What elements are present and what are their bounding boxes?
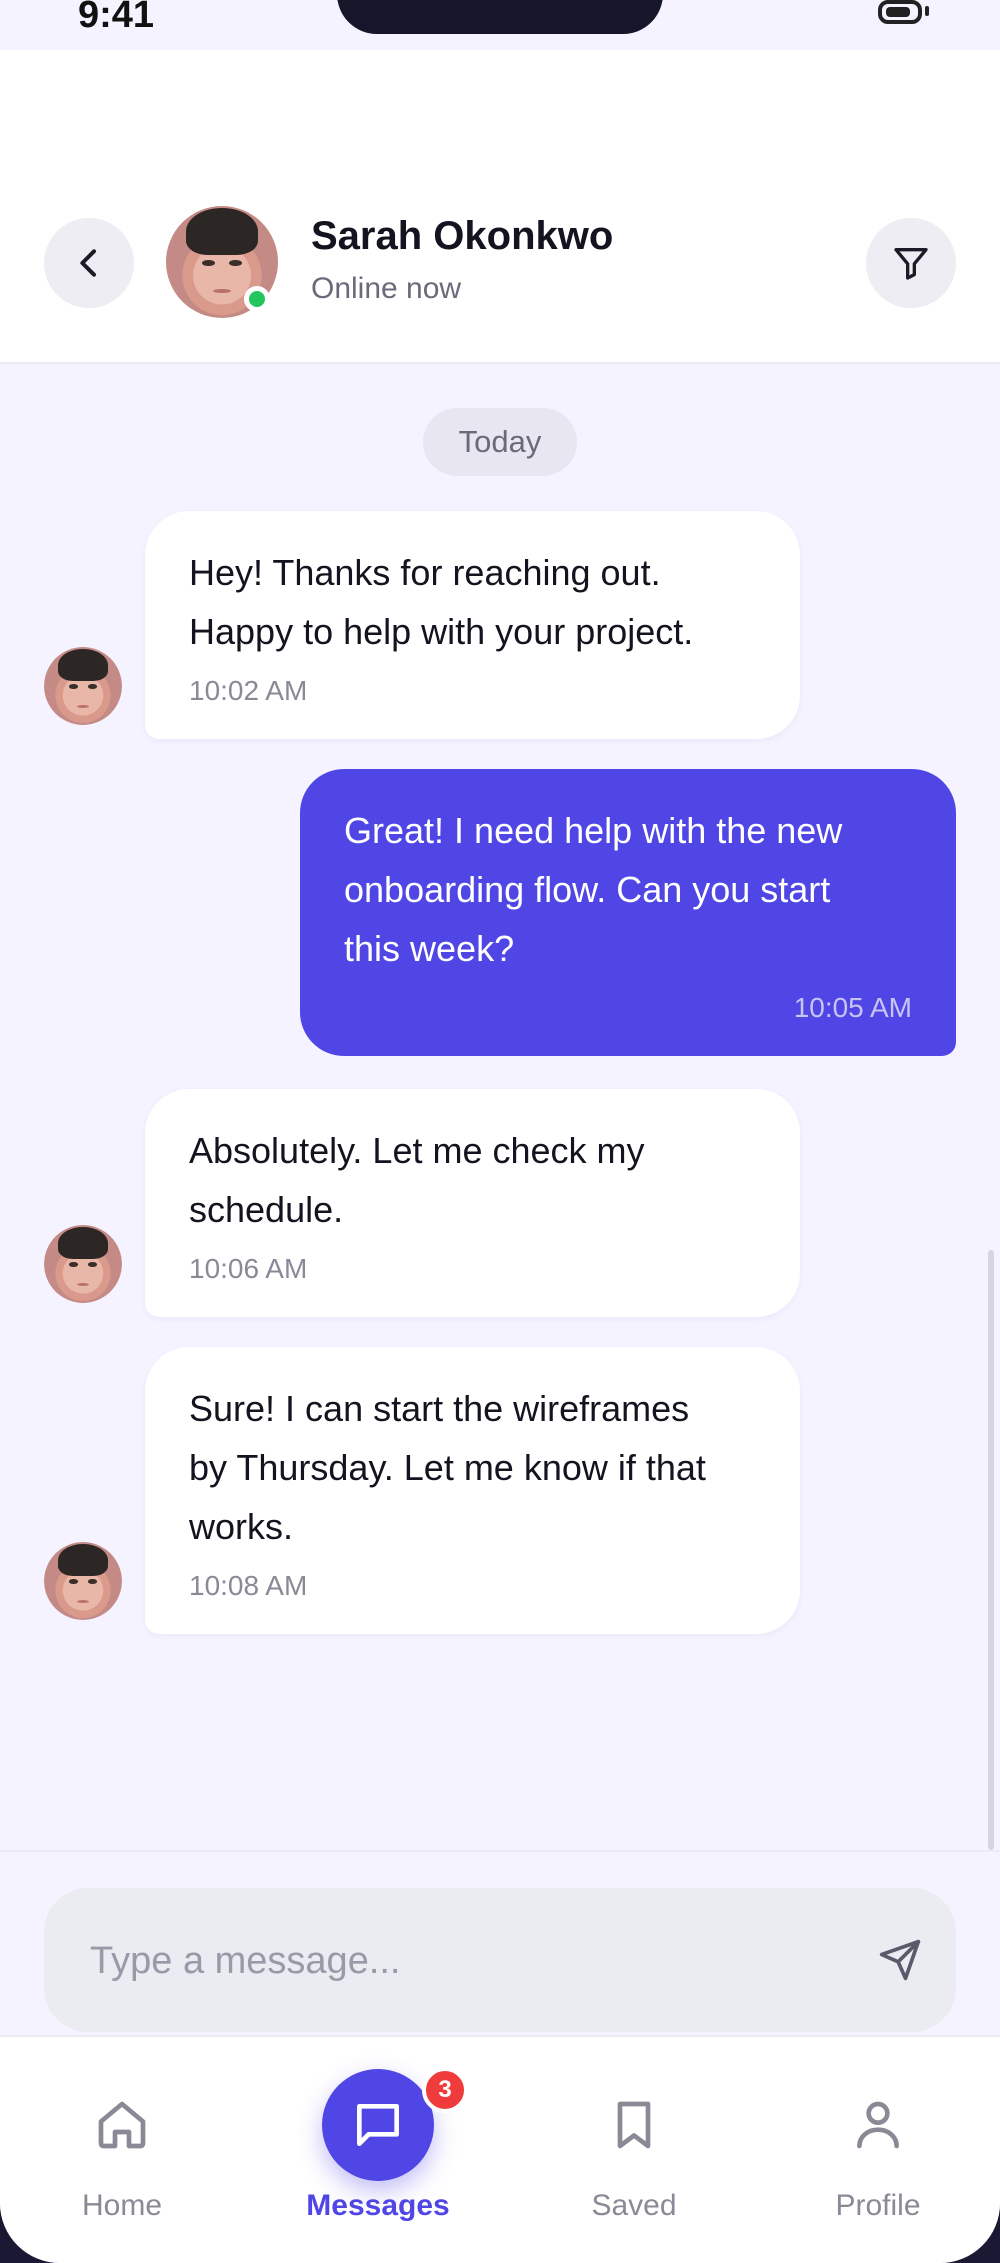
send-icon	[879, 1939, 921, 1981]
tab-label: Profile	[835, 2189, 921, 2222]
unread-badge: 3	[422, 2067, 468, 2113]
chat-screen: 9:41 Sarah Okonkwo Online now Today Hey!…	[0, 0, 1000, 2263]
date-separator: Today	[423, 408, 577, 476]
tab-label: Saved	[591, 2189, 677, 2222]
message-composer	[0, 1850, 1000, 2037]
message-line: Hey! Thanks for reaching out.	[189, 552, 661, 593]
message-time: 10:08 AM	[189, 1570, 308, 1601]
message-time: 10:06 AM	[189, 1253, 308, 1284]
message-input[interactable]	[88, 1924, 792, 1998]
scrollbar[interactable]	[988, 1250, 994, 1850]
send-button[interactable]	[862, 1922, 938, 1998]
chat-icon	[322, 2069, 434, 2181]
message-time: 10:05 AM	[793, 992, 912, 1023]
message-time: 10:02 AM	[189, 675, 308, 706]
device-notch	[337, 0, 663, 34]
message-line: Happy to help with your project.	[189, 611, 694, 652]
filter-icon	[894, 248, 928, 280]
message-bubble-incoming[interactable]: Hey! Thanks for reaching out. Happy to h…	[145, 511, 800, 739]
message-bubble-outgoing[interactable]: Great! I need help with the new onboardi…	[300, 769, 956, 1056]
battery-tip	[925, 6, 929, 16]
message-line: onboarding flow. Can you start	[344, 869, 831, 910]
home-icon	[90, 2093, 154, 2157]
contact-avatar[interactable]	[166, 206, 278, 318]
message-avatar	[44, 1542, 122, 1620]
chevron-left-icon	[80, 249, 96, 277]
online-status-dot	[244, 286, 270, 312]
message-avatar	[44, 647, 122, 725]
tab-label: Messages	[306, 2189, 450, 2222]
message-line: by Thursday. Let me know if that	[189, 1447, 706, 1488]
message-bubble-incoming[interactable]: Absolutely. Let me check my schedule. 10…	[145, 1089, 800, 1317]
message-avatar	[44, 1225, 122, 1303]
tab-home[interactable]: Home	[22, 2037, 222, 2263]
message-line: works.	[189, 1506, 294, 1547]
contact-status: Online now	[311, 272, 462, 305]
battery-icon	[878, 0, 922, 24]
contact-name: Sarah Okonkwo	[311, 214, 614, 258]
status-time: 9:41	[78, 0, 155, 36]
message-input-container[interactable]	[44, 1888, 956, 2032]
bottom-tab-bar: Home Messages Saved Profile	[0, 2035, 1000, 2263]
message-line: Sure! I can start the wireframes	[189, 1388, 690, 1429]
tab-profile[interactable]: Profile	[778, 2037, 978, 2263]
message-line: Absolutely. Let me check my	[189, 1130, 645, 1171]
back-button[interactable]	[44, 218, 134, 308]
status-bar: 9:41	[0, 0, 1000, 50]
bookmark-icon	[602, 2093, 666, 2157]
user-icon	[846, 2093, 910, 2157]
message-bubble-incoming[interactable]: Sure! I can start the wireframes by Thur…	[145, 1347, 800, 1634]
tab-saved[interactable]: Saved	[534, 2037, 734, 2263]
tab-label: Home	[81, 2189, 163, 2222]
message-list[interactable]: Today Hey! Thanks for reaching out. Happ…	[0, 364, 1000, 1850]
chat-header: Sarah Okonkwo Online now	[0, 50, 1000, 364]
filter-button[interactable]	[866, 218, 956, 308]
message-line: Great! I need help with the new	[344, 810, 843, 851]
message-line: this week?	[344, 928, 515, 969]
message-line: schedule.	[189, 1189, 344, 1230]
